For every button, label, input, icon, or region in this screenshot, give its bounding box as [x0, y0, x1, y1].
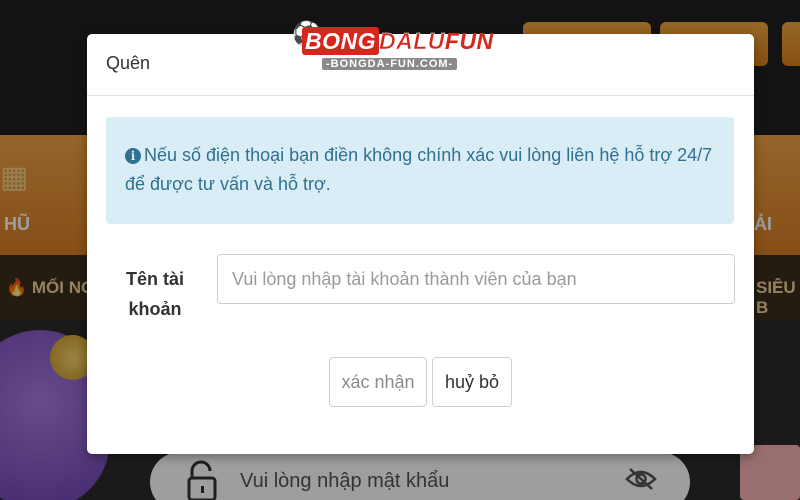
username-input[interactable]: [217, 254, 735, 304]
dialog-title: Quên: [106, 53, 151, 73]
info-circle-icon: i: [125, 148, 141, 164]
logo-domain: -BONGDA-FUN.COM-: [322, 58, 458, 70]
cancel-button[interactable]: huỷ bỏ: [432, 357, 512, 407]
info-alert-text: Nếu số điện thoại bạn điền không chính x…: [125, 145, 713, 194]
confirm-button[interactable]: xác nhận: [329, 357, 427, 407]
info-alert: i Nếu số điện thoại bạn điền không chính …: [106, 117, 734, 224]
site-logo-watermark: ⚽ BONGDALUFUN -BONGDA-FUN.COM-: [292, 18, 502, 78]
logo-brand: BONG DALUFUN: [302, 27, 494, 55]
username-label: Tên tài khoản: [125, 269, 184, 319]
forgot-dialog: Quên i Nếu số điện thoại bạn điền không c…: [87, 34, 754, 454]
